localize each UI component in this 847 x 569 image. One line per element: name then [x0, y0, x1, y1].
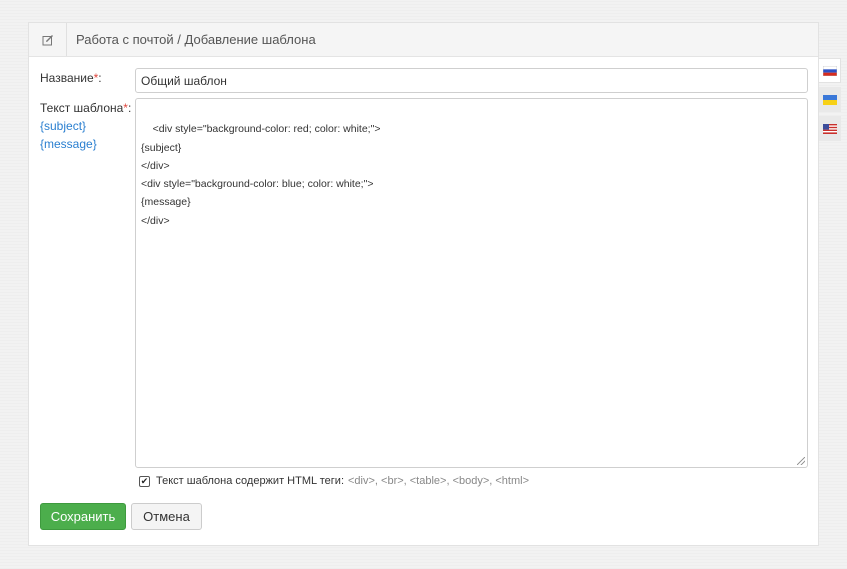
name-label: Название*:: [40, 71, 102, 85]
name-label-text: Название: [40, 71, 94, 85]
header-icon-box: [29, 23, 67, 56]
template-name-input[interactable]: [135, 68, 808, 93]
language-tab-ru[interactable]: [819, 58, 841, 83]
flag-ua-icon: [823, 94, 837, 105]
flag-ru-icon: [822, 65, 837, 76]
html-tags-hint: <div>, <br>, <table>, <body>, <html>: [348, 475, 530, 487]
template-text-content: <div style="background-color: red; color…: [141, 123, 381, 227]
html-tags-checkbox[interactable]: ✔: [139, 475, 150, 487]
template-text-area[interactable]: <div style="background-color: red; color…: [135, 98, 808, 468]
page-title: Работа с почтой / Добавление шаблона: [76, 32, 316, 47]
language-tab-ua[interactable]: [819, 87, 841, 112]
flag-us-icon: [823, 123, 837, 134]
label-colon: :: [98, 71, 102, 85]
html-tags-option: ✔ Текст шаблона содержит HTML теги: <div…: [139, 475, 529, 487]
save-button[interactable]: Сохранить: [40, 503, 126, 530]
edit-icon: [42, 34, 53, 45]
panel-header: Работа с почтой / Добавление шаблона: [29, 23, 818, 57]
variable-subject-link[interactable]: {subject}: [40, 119, 86, 133]
cancel-button[interactable]: Отмена: [131, 503, 202, 530]
template-form-panel: Работа с почтой / Добавление шаблона Наз…: [28, 22, 819, 546]
label-colon: :: [127, 101, 132, 115]
resize-handle[interactable]: [797, 457, 805, 465]
template-text-label: Текст шаблона*:: [40, 101, 131, 115]
html-tags-checkbox-label: Текст шаблона содержит HTML теги:: [156, 475, 344, 487]
variable-message-link[interactable]: {message}: [40, 137, 97, 151]
template-text-label-text: Текст шаблона: [40, 101, 124, 115]
language-tab-us[interactable]: [819, 116, 841, 141]
